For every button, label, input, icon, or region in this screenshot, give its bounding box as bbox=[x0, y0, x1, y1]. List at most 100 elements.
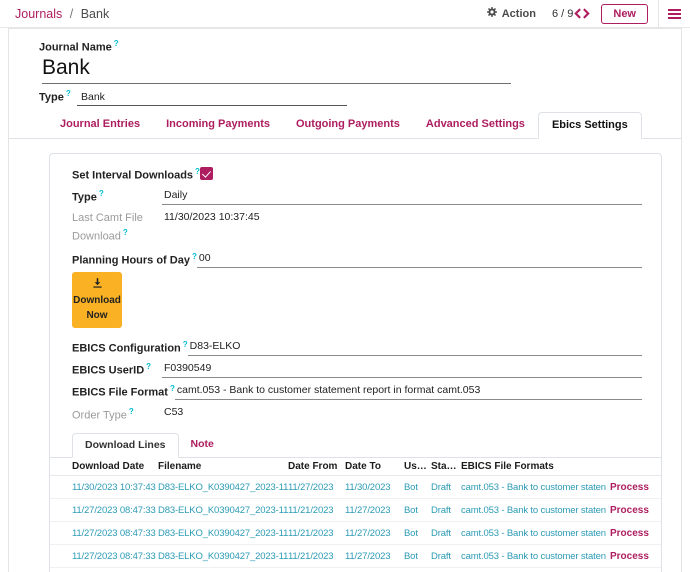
table-row[interactable]: 11/27/2023 08:47:33 D83-ELKO_K0390427_20… bbox=[50, 499, 661, 522]
ebics-configuration-input[interactable]: D83-ELKO bbox=[188, 337, 642, 356]
help-icon: ? bbox=[114, 39, 119, 48]
breadcrumb-separator: / bbox=[70, 7, 73, 21]
cell-download-date: 11/27/2023 08:47:33 bbox=[72, 499, 158, 521]
ebics-file-format-label-text: EBICS File Format bbox=[72, 387, 168, 399]
journal-name-input[interactable]: Bank bbox=[42, 56, 511, 84]
cell-download-date: 11/30/2023 10:37:43 bbox=[72, 476, 158, 498]
breadcrumb: Journals / Bank bbox=[15, 7, 109, 21]
last-camt-value: 11/30/2023 10:37:45 bbox=[162, 208, 642, 227]
ebics-userid-label-text: EBICS UserID bbox=[72, 365, 144, 377]
interval-type-label-text: Type bbox=[72, 192, 97, 204]
col-header-ebics-file-formats[interactable]: EBICS File Formats bbox=[461, 458, 610, 475]
table-row[interactable]: 11/27/2023 08:47:33 D83-ELKO_K0390427_20… bbox=[50, 522, 661, 545]
tab-outgoing-payments[interactable]: Outgoing Payments bbox=[283, 112, 413, 138]
cell-state: Draft bbox=[431, 568, 461, 572]
last-camt-label-text: Last Camt File Download bbox=[72, 212, 143, 243]
download-now-line2: Now bbox=[86, 309, 107, 323]
action-menu-button[interactable]: Action bbox=[486, 6, 536, 21]
cell-state: Draft bbox=[431, 476, 461, 498]
ebics-configuration-label-text: EBICS Configuration bbox=[72, 343, 181, 355]
ebics-file-format-label: EBICS File Format? bbox=[72, 381, 175, 399]
cell-ebics-file-format: camt.053 - Bank to customer staten bbox=[461, 545, 610, 567]
field-set-interval-downloads: Set Interval Downloads? bbox=[72, 164, 661, 182]
tab-download-lines[interactable]: Download Lines bbox=[72, 433, 179, 458]
field-ebics-file-format: EBICS File Format? camt.053 - Bank to cu… bbox=[72, 381, 661, 400]
field-planning-hours: Planning Hours of Day? 00 bbox=[72, 249, 661, 268]
notebook-tabs: Journal Entries Incoming Payments Outgoi… bbox=[9, 112, 681, 139]
col-header-date-to[interactable]: Date To bbox=[345, 458, 404, 475]
process-button[interactable]: Process bbox=[610, 476, 661, 498]
planning-hours-input[interactable]: 00 bbox=[197, 249, 642, 268]
set-interval-label-text: Set Interval Downloads bbox=[72, 170, 193, 182]
cell-date-to: 11/30/2023 bbox=[345, 476, 404, 498]
cell-filename: D83-ELKO_K0390427_2023-11-27_C bbox=[158, 522, 288, 544]
field-ebics-configuration: EBICS Configuration? D83-ELKO bbox=[72, 337, 661, 356]
table-row[interactable]: 11/27/2023 08:47:33 D83-ELKO_K0390427_20… bbox=[50, 568, 661, 572]
set-interval-checkbox[interactable] bbox=[200, 167, 213, 180]
journal-name-group: Journal Name? Bank bbox=[9, 39, 681, 84]
process-button[interactable]: Process bbox=[610, 545, 661, 567]
order-type-label: Order Type? bbox=[72, 403, 162, 425]
tab-ebics-settings[interactable]: Ebics Settings bbox=[538, 112, 642, 139]
process-button[interactable]: Process bbox=[610, 522, 661, 544]
process-button[interactable]: Process bbox=[610, 499, 661, 521]
control-panel-right: Action 6 / 9 New bbox=[486, 0, 690, 28]
ebics-userid-label: EBICS UserID? bbox=[72, 359, 162, 377]
cell-date-from: 11/27/2023 bbox=[288, 476, 345, 498]
cell-ebics-file-format: camt.053 - Bank to customer staten bbox=[461, 568, 610, 572]
col-header-filename[interactable]: Filename bbox=[158, 458, 288, 475]
journal-type-label-text: Type bbox=[39, 91, 64, 103]
sidebar-toggle-button[interactable] bbox=[658, 0, 690, 28]
help-icon: ? bbox=[146, 362, 151, 371]
pager-previous-button[interactable] bbox=[573, 8, 582, 19]
col-header-process bbox=[610, 458, 661, 475]
cell-date-from: 11/21/2023 bbox=[288, 568, 345, 572]
process-button[interactable]: Process bbox=[610, 568, 661, 572]
table-row[interactable]: 11/30/2023 10:37:43 D83-ELKO_K0390427_20… bbox=[50, 476, 661, 499]
help-icon: ? bbox=[129, 407, 134, 416]
breadcrumb-current: Bank bbox=[81, 7, 110, 21]
tab-journal-entries[interactable]: Journal Entries bbox=[47, 112, 153, 138]
cell-filename: D83-ELKO_K0390427_2023-11-27_C bbox=[158, 568, 288, 572]
ebics-configuration-label: EBICS Configuration? bbox=[72, 337, 188, 355]
col-header-user[interactable]: Us… bbox=[404, 458, 431, 475]
journal-type-input[interactable]: Bank bbox=[77, 91, 347, 106]
breadcrumb-journals-link[interactable]: Journals bbox=[15, 7, 62, 21]
col-header-state[interactable]: Sta… bbox=[431, 458, 461, 475]
cell-filename: D83-ELKO_K0390427_2023-11-27_C bbox=[158, 499, 288, 521]
table-row[interactable]: 11/27/2023 08:47:33 D83-ELKO_K0390427_20… bbox=[50, 545, 661, 568]
cell-date-to: 11/27/2023 bbox=[345, 522, 404, 544]
download-now-button[interactable]: Download Now bbox=[72, 272, 122, 329]
table-header-row: Download Date Filename Date From Date To… bbox=[50, 458, 661, 476]
interval-type-input[interactable]: Daily bbox=[162, 186, 642, 205]
tab-note[interactable]: Note bbox=[179, 433, 226, 457]
cell-download-date: 11/27/2023 08:47:33 bbox=[72, 522, 158, 544]
cell-user: Bot bbox=[404, 568, 431, 572]
tab-incoming-payments[interactable]: Incoming Payments bbox=[153, 112, 283, 138]
cell-ebics-file-format: camt.053 - Bank to customer staten bbox=[461, 476, 610, 498]
journal-type-label: Type? bbox=[39, 89, 77, 104]
download-now-line1: Download bbox=[73, 294, 121, 308]
ebics-file-format-input[interactable]: camt.053 - Bank to customer statement re… bbox=[175, 381, 642, 400]
pager-next-button[interactable] bbox=[582, 8, 591, 19]
cell-state: Draft bbox=[431, 499, 461, 521]
download-icon bbox=[91, 277, 104, 294]
col-header-date-from[interactable]: Date From bbox=[288, 458, 345, 475]
order-type-value: C53 bbox=[162, 403, 642, 422]
field-interval-type: Type? Daily bbox=[72, 186, 661, 205]
ebics-settings-pane: Set Interval Downloads? Type? Daily Last… bbox=[49, 153, 662, 572]
cell-user: Bot bbox=[404, 499, 431, 521]
tab-advanced-settings[interactable]: Advanced Settings bbox=[413, 112, 538, 138]
cell-state: Draft bbox=[431, 545, 461, 567]
cell-filename: D83-ELKO_K0390427_2023-11-27_C bbox=[158, 545, 288, 567]
ebics-userid-input[interactable]: F0390549 bbox=[162, 359, 642, 378]
journal-name-label: Journal Name? bbox=[39, 39, 681, 54]
hamburger-menu-icon bbox=[668, 9, 681, 19]
cell-download-date: 11/27/2023 08:47:33 bbox=[72, 568, 158, 572]
field-ebics-userid: EBICS UserID? F0390549 bbox=[72, 359, 661, 378]
new-button[interactable]: New bbox=[601, 4, 648, 24]
form-sheet: Journal Name? Bank Type? Bank Journal En… bbox=[8, 28, 682, 572]
col-header-download-date[interactable]: Download Date bbox=[72, 458, 158, 475]
pager-count[interactable]: 6 / 9 bbox=[552, 8, 573, 20]
cell-user: Bot bbox=[404, 522, 431, 544]
